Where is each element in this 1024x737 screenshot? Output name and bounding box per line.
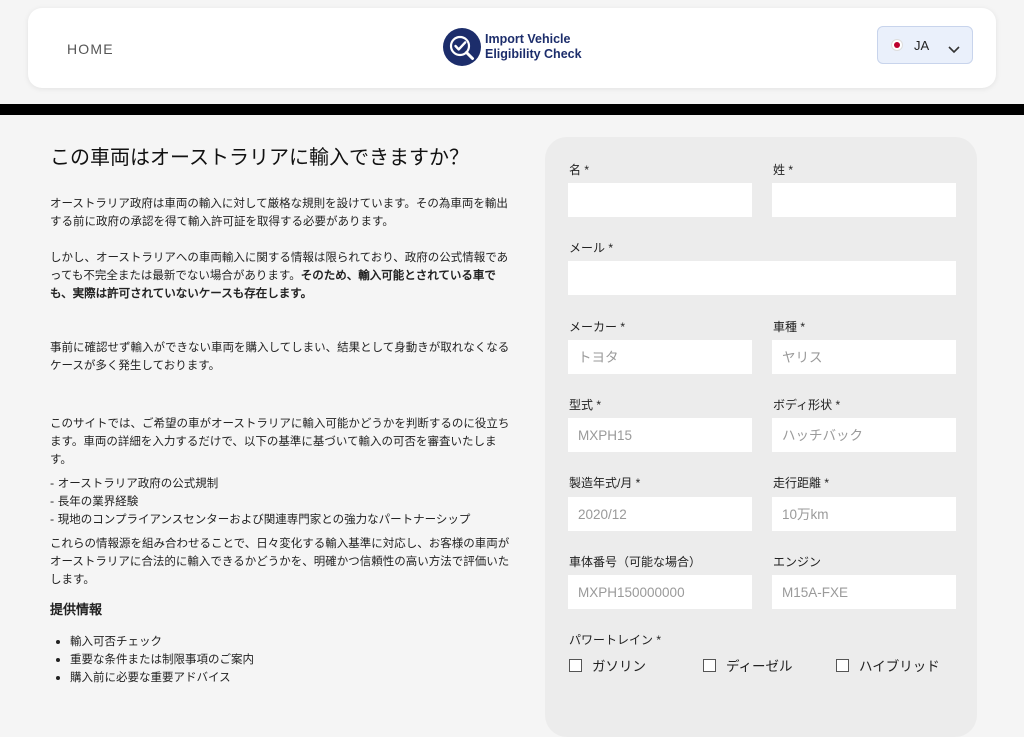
criteria-list: - オーストラリア政府の公式規制 - 長年の業界経験 - 現地のコンプライアンス… [50, 474, 510, 528]
type-input[interactable] [568, 418, 752, 452]
intro-paragraph-4: このサイトでは、ご希望の車がオーストラリアに輸入可能かどうかを判断するのに役立ち… [50, 416, 510, 466]
intro-paragraph-3: 事前に確認せず輸入ができない車両を購入してしまい、結果として身動きが取れなくなる… [50, 340, 510, 372]
section-divider [0, 104, 1024, 115]
powertrain-hybrid-option[interactable]: ハイブリッド [836, 655, 940, 675]
gasoline-label: ガソリン [592, 659, 646, 675]
engine-label: エンジン [773, 555, 822, 569]
logo-line1: Import Vehicle [485, 32, 571, 46]
gasoline-checkbox[interactable] [569, 658, 582, 672]
hybrid-label: ハイブリッド [859, 659, 940, 675]
diesel-label: ディーゼル [726, 659, 793, 675]
last-name-input[interactable] [772, 183, 956, 217]
list-item: 購入前に必要な重要アドバイス [70, 668, 510, 686]
maker-label: メーカー * [569, 320, 626, 334]
year-label: 製造年式/月 * [569, 476, 641, 490]
chevron-down-icon [948, 40, 960, 59]
eligibility-form: 名 * 姓 * メール * メーカー * 車種 * 型式 * ボディ形状 * 製… [545, 137, 977, 737]
maker-input[interactable] [568, 340, 752, 374]
language-code: JA [914, 37, 930, 53]
mileage-label: 走行距離 * [773, 476, 830, 490]
first-name-input[interactable] [568, 183, 752, 217]
powertrain-gasoline-option[interactable]: ガソリン [569, 655, 646, 675]
engine-input[interactable] [772, 575, 956, 609]
criteria-item: - オーストラリア政府の公式規制 [50, 476, 219, 490]
model-label: 車種 * [773, 320, 806, 334]
provided-info-heading: 提供情報 [50, 603, 103, 618]
header-card: HOME Import Vehicle Eligibility Check JA [28, 8, 996, 88]
provided-info-list: 輸入可否チェック 重要な条件または制限事項のご案内 購入前に必要な重要アドバイス [50, 632, 510, 686]
powertrain-diesel-option[interactable]: ディーゼル [703, 655, 793, 675]
chassis-number-input[interactable] [568, 575, 752, 609]
list-item: 輸入可否チェック [70, 632, 510, 650]
site-logo[interactable]: Import Vehicle Eligibility Check [443, 28, 582, 66]
email-label: メール * [569, 241, 614, 255]
criteria-item: - 長年の業界経験 [50, 494, 139, 508]
list-item: 重要な条件または制限事項のご案内 [70, 650, 510, 668]
japan-flag-icon [892, 40, 902, 50]
criteria-item: - 現地のコンプライアンスセンターおよび関連専門家との強力なパートナーシップ [50, 512, 471, 526]
intro-paragraph-5: これらの情報源を組み合わせることで、日々変化する輸入基準に対応し、お客様の車両が… [50, 536, 510, 586]
logo-text: Import Vehicle Eligibility Check [485, 32, 582, 62]
first-name-label: 名 * [569, 163, 590, 177]
type-label: 型式 * [569, 398, 602, 412]
chassis-number-label: 車体番号（可能な場合） [569, 555, 702, 569]
intro-paragraph-1: オーストラリア政府は車両の輸入に対して厳格な規則を設けています。その為車両を輸出… [50, 196, 508, 228]
body-type-label: ボディ形状 * [773, 398, 841, 412]
mileage-input[interactable] [772, 497, 956, 531]
page-title: この車両はオーストラリアに輸入できますか？ [50, 145, 469, 169]
year-input[interactable] [568, 497, 752, 531]
language-selector[interactable]: JA [877, 26, 973, 64]
last-name-label: 姓 * [773, 163, 794, 177]
nav-home-link[interactable]: HOME [67, 41, 114, 57]
logo-line2: Eligibility Check [485, 47, 582, 61]
diesel-checkbox[interactable] [703, 658, 716, 672]
body-type-input[interactable] [772, 418, 956, 452]
model-input[interactable] [772, 340, 956, 374]
check-badge-icon [443, 28, 481, 66]
powertrain-label: パワートレイン * [569, 633, 662, 647]
hybrid-checkbox[interactable] [836, 658, 849, 672]
email-field[interactable] [568, 261, 956, 295]
intro-content: この車両はオーストラリアに輸入できますか？ オーストラリア政府は車両の輸入に対し… [50, 142, 510, 686]
intro-paragraph-2: しかし、オーストラリアへの車両輸入に関する情報は限られており、政府の公式情報であ… [50, 248, 510, 302]
